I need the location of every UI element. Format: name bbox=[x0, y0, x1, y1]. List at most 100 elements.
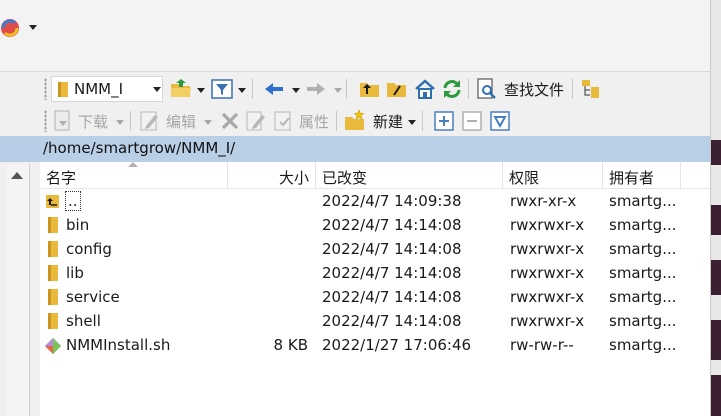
column-header-modified[interactable]: 已改变 bbox=[316, 162, 503, 189]
file-modified: 2022/4/7 14:14:08 bbox=[322, 216, 462, 234]
properties-icon bbox=[274, 111, 291, 131]
download-dropdown-arrow[interactable] bbox=[116, 120, 124, 125]
sync-dropdown-arrow[interactable] bbox=[29, 25, 37, 30]
file-permissions: rwxrwxr-x bbox=[510, 216, 585, 234]
directory-selector-value: NMM_I bbox=[74, 80, 124, 98]
file-row[interactable]: bin 2022/4/7 14:14:08 rwxrwxr-x smartg... bbox=[40, 214, 710, 238]
directory-selector[interactable]: NMM_I bbox=[51, 76, 163, 102]
filter-selection-icon[interactable] bbox=[488, 109, 512, 133]
parent-directory-icon[interactable] bbox=[358, 77, 382, 101]
back-dropdown-arrow[interactable] bbox=[292, 88, 300, 93]
file-permissions: rwxrwxr-x bbox=[510, 240, 585, 258]
new-folder-icon bbox=[345, 109, 365, 130]
open-folder-icon[interactable] bbox=[169, 77, 193, 101]
toolbar-grip[interactable] bbox=[44, 78, 47, 100]
chevron-down-icon bbox=[153, 87, 161, 92]
edit-button[interactable]: 编辑 bbox=[166, 111, 196, 132]
local-scrollbar[interactable] bbox=[6, 164, 30, 416]
open-dropdown-arrow[interactable] bbox=[197, 88, 205, 93]
file-row[interactable]: service 2022/4/7 14:14:08 rwxrwxr-x smartg.… bbox=[40, 286, 710, 310]
refresh-icon[interactable] bbox=[440, 77, 464, 101]
properties-button[interactable]: 属性 bbox=[299, 111, 329, 132]
file-modified: 2022/4/7 14:09:38 bbox=[322, 192, 462, 210]
local-pane-edge bbox=[0, 72, 40, 416]
file-name: NMMInstall.sh bbox=[66, 336, 171, 354]
select-all-icon[interactable] bbox=[432, 109, 456, 133]
sync-icon bbox=[1, 19, 19, 37]
remote-file-list: 名字 大小 已改变 权限 拥有者 .. 2022/4/7 14:09:38 rwxr… bbox=[40, 162, 710, 416]
folder-icon bbox=[46, 217, 60, 237]
file-permissions: rwxr-xr-x bbox=[510, 192, 577, 210]
file-name: service bbox=[66, 288, 120, 306]
file-owner: smartg... bbox=[609, 288, 677, 306]
folder-icon bbox=[58, 82, 68, 97]
file-row[interactable]: shell 2022/4/7 14:14:08 rwxrwxr-x smartg... bbox=[40, 310, 710, 334]
delete-icon[interactable] bbox=[218, 109, 242, 133]
download-icon bbox=[54, 110, 70, 131]
file-modified: 2022/4/7 14:14:08 bbox=[322, 312, 462, 330]
file-name: bin bbox=[66, 216, 90, 234]
current-path: /home/smartgrow/NMM_I/ bbox=[43, 139, 236, 157]
remote-file-toolbar: 下载 编辑 属性 新建 bbox=[40, 105, 710, 137]
file-owner: smartg... bbox=[609, 192, 677, 210]
file-permissions: rw-rw-r-- bbox=[510, 336, 574, 354]
file-modified: 2022/4/7 14:14:08 bbox=[322, 264, 462, 282]
file-modified: 2022/1/27 17:06:46 bbox=[322, 336, 472, 354]
folder-icon bbox=[46, 265, 60, 285]
filter-dropdown-arrow[interactable] bbox=[238, 88, 246, 93]
top-toolbar-strip bbox=[0, 0, 710, 72]
file-row[interactable]: lib 2022/4/7 14:14:08 rwxrwxr-x smartg... bbox=[40, 262, 710, 286]
file-owner: smartg... bbox=[609, 264, 677, 282]
back-arrow-icon[interactable] bbox=[262, 77, 286, 101]
file-name: shell bbox=[66, 312, 101, 330]
file-owner: smartg... bbox=[609, 312, 677, 330]
filter-icon[interactable] bbox=[210, 77, 234, 101]
file-modified: 2022/4/7 14:14:08 bbox=[322, 240, 462, 258]
new-button[interactable]: 新建 bbox=[373, 111, 403, 132]
edit-dropdown-arrow[interactable] bbox=[204, 120, 212, 125]
home-icon[interactable] bbox=[413, 77, 437, 101]
file-permissions: rwxrwxr-x bbox=[510, 288, 585, 306]
file-permissions: rwxrwxr-x bbox=[510, 312, 585, 330]
adjacent-window-edge bbox=[710, 0, 721, 416]
column-header-permissions[interactable]: 权限 bbox=[503, 162, 603, 189]
forward-arrow-icon[interactable] bbox=[304, 77, 328, 101]
root-directory-icon[interactable] bbox=[385, 77, 409, 101]
find-files-icon[interactable] bbox=[475, 77, 499, 101]
folder-icon bbox=[46, 241, 60, 261]
scroll-up-arrow[interactable] bbox=[11, 172, 23, 179]
find-files-button[interactable]: 查找文件 bbox=[504, 79, 564, 100]
file-owner: smartg... bbox=[609, 240, 677, 258]
file-owner: smartg... bbox=[609, 216, 677, 234]
toolbar-grip[interactable] bbox=[44, 110, 47, 132]
column-header-size[interactable]: 大小 bbox=[228, 162, 316, 189]
forward-dropdown-arrow[interactable] bbox=[334, 88, 342, 93]
column-header-name[interactable]: 名字 bbox=[40, 162, 228, 189]
download-button[interactable]: 下载 bbox=[78, 111, 108, 132]
file-name: config bbox=[66, 240, 112, 258]
remote-path-bar[interactable]: /home/smartgrow/NMM_I/ bbox=[40, 136, 710, 162]
file-permissions: rwxrwxr-x bbox=[510, 264, 585, 282]
synchronize-button[interactable] bbox=[0, 14, 40, 42]
rename-icon bbox=[246, 111, 265, 131]
file-row[interactable]: config 2022/4/7 14:14:08 rwxrwxr-x smartg..… bbox=[40, 238, 710, 262]
parent-directory-icon bbox=[46, 193, 60, 213]
column-header-owner[interactable]: 拥有者 bbox=[603, 162, 681, 189]
file-modified: 2022/4/7 14:14:08 bbox=[322, 288, 462, 306]
local-path-bar bbox=[0, 136, 40, 162]
shell-script-icon bbox=[43, 337, 63, 359]
new-dropdown-arrow[interactable] bbox=[408, 120, 416, 125]
tree-view-icon[interactable] bbox=[580, 77, 604, 101]
folder-icon bbox=[46, 289, 60, 309]
file-name: lib bbox=[66, 264, 84, 282]
edit-icon bbox=[140, 111, 158, 131]
remote-navigation-toolbar: NMM_I 查找文件 bbox=[40, 73, 710, 105]
file-list-header: 名字 大小 已改变 权限 拥有者 bbox=[40, 162, 710, 189]
file-row[interactable]: NMMInstall.sh 8 KB 2022/1/27 17:06:46 rw-rw… bbox=[40, 334, 710, 358]
file-row[interactable]: .. 2022/4/7 14:09:38 rwxr-xr-x smartg... bbox=[40, 190, 710, 214]
unselect-all-icon[interactable] bbox=[460, 109, 484, 133]
sort-ascending-icon bbox=[128, 162, 138, 167]
folder-icon bbox=[46, 313, 60, 333]
file-size: 8 KB bbox=[273, 336, 308, 354]
file-name: .. bbox=[65, 191, 81, 211]
